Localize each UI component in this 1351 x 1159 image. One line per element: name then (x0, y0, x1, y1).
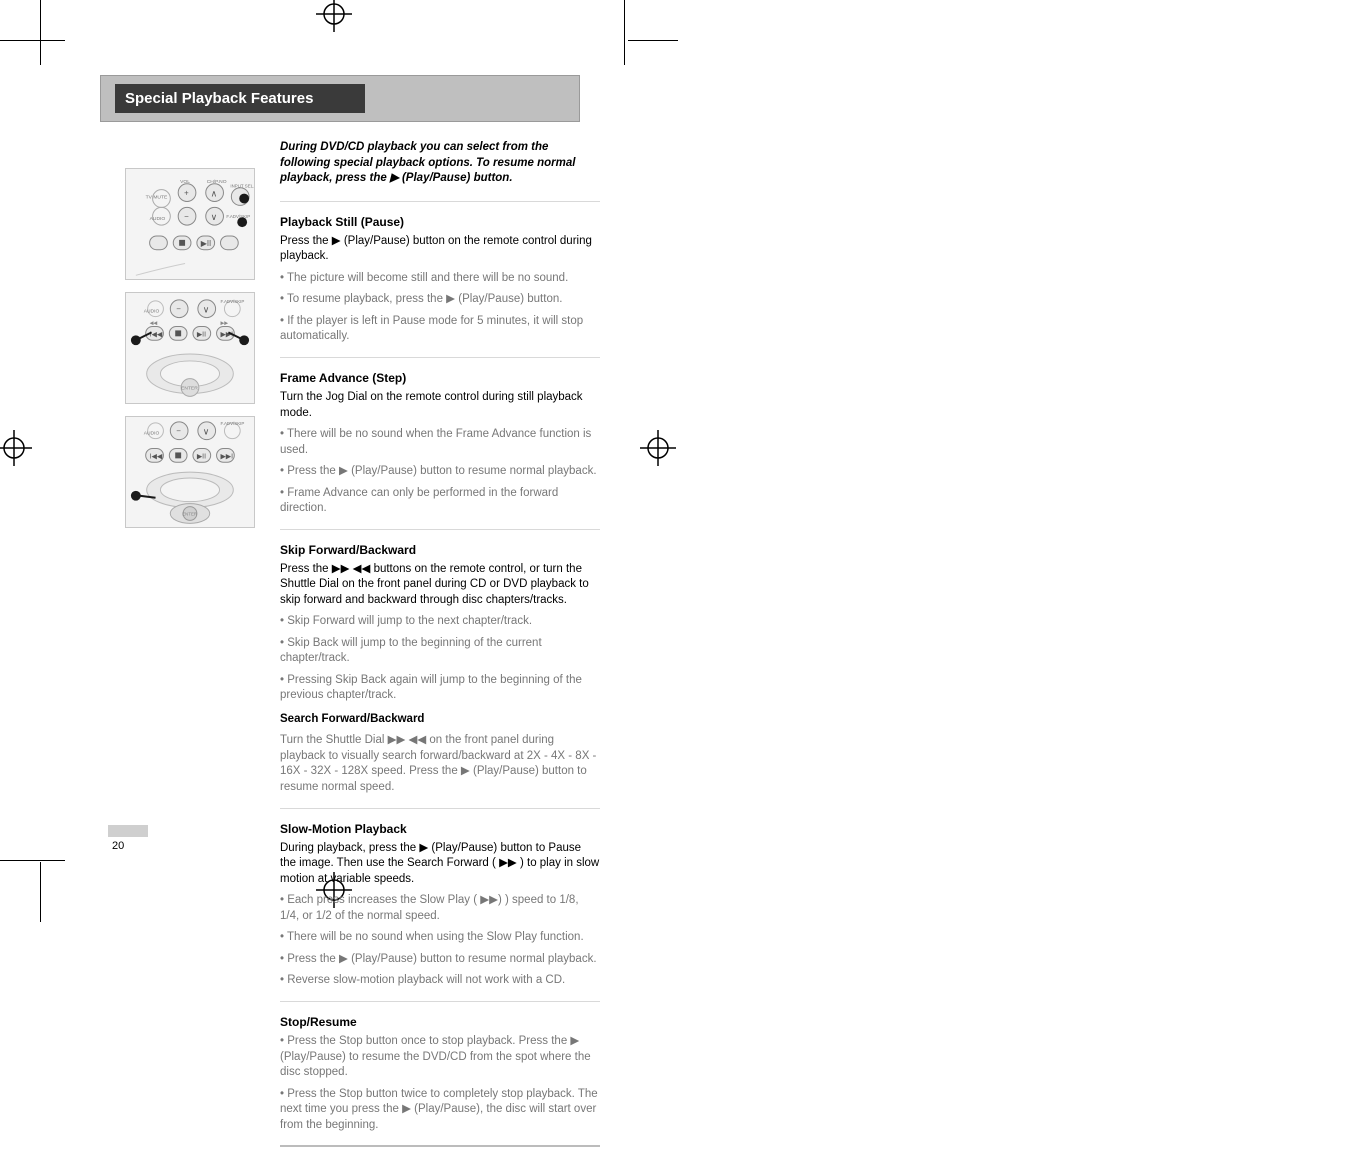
crop-mark (624, 0, 625, 65)
ff-icon: ▶▶ (499, 857, 517, 869)
svg-text:−: − (176, 427, 181, 436)
svg-text:AUDIO: AUDIO (144, 309, 160, 315)
heading-stop: Stop/Resume (280, 1014, 600, 1030)
ff-icon: ▶▶ (480, 894, 498, 906)
crop-mark (0, 40, 65, 41)
slow-p1: During playback, press the ▶ (Play/Pause… (280, 841, 600, 888)
svg-text:▶II: ▶II (197, 331, 206, 338)
slow-note3: • Press the ▶ (Play/Pause) button to res… (280, 952, 600, 968)
crop-mark (0, 860, 65, 861)
svg-text:▶▶I: ▶▶I (221, 453, 234, 460)
svg-text:∨: ∨ (211, 212, 218, 222)
section-title: Special Playback Features (115, 84, 365, 113)
skip-note3: • Pressing Skip Back again will jump to … (280, 673, 600, 704)
subheading-search: Search Forward/Backward (280, 713, 424, 725)
svg-text:ENTER: ENTER (182, 511, 197, 516)
play-icon: ▶ (339, 953, 348, 965)
ff-rw-icon: ▶▶ ◀◀ (388, 734, 427, 746)
page-number-block (108, 825, 148, 837)
section-header-bar: Special Playback Features (100, 75, 580, 122)
remote-illustration-bottom: − ∨ AUDIO F.ADV/SKIP I◀◀ ▶II ▶▶I ENTER (125, 416, 255, 528)
heading-still: Playback Still (Pause) (280, 214, 600, 230)
crop-mark (40, 862, 41, 922)
registration-mark (316, 0, 352, 32)
play-icon: ▶ (339, 465, 348, 477)
svg-text:◀◀: ◀◀ (150, 321, 158, 327)
svg-text:AUDIO: AUDIO (150, 216, 166, 222)
svg-text:▶II: ▶II (201, 239, 211, 248)
svg-text:+: + (184, 189, 189, 198)
remote-illustration-top: VOL CH/P.NO + ∧ TV MUTE INPUT SEL. − ∨ A… (125, 168, 255, 280)
advance-note1: • There will be no sound when the Frame … (280, 427, 600, 458)
slow-note1: • Each press increases the Slow Play ( ▶… (280, 893, 600, 924)
play-icon: ▶ (570, 1035, 579, 1047)
svg-text:∨: ∨ (203, 305, 210, 315)
still-note1: • The picture will become still and ther… (280, 271, 600, 287)
intro-paragraph: During DVD/CD playback you can select fr… (280, 140, 600, 187)
svg-text:F.ADV/SKIP: F.ADV/SKIP (226, 214, 250, 219)
svg-text:∨: ∨ (203, 427, 210, 437)
skip-p1: Press the ▶▶ ◀◀ buttons on the remote co… (280, 562, 600, 609)
advance-p1: Turn the Jog Dial on the remote control … (280, 390, 600, 421)
play-icon: ▶ (419, 842, 428, 854)
svg-text:−: − (176, 305, 181, 314)
svg-text:I◀◀: I◀◀ (150, 331, 163, 338)
heading-advance: Frame Advance (Step) (280, 370, 600, 386)
play-icon: ▶ (446, 293, 455, 305)
svg-text:I◀◀: I◀◀ (150, 453, 163, 460)
svg-text:ENTER: ENTER (181, 385, 198, 391)
svg-text:F.ADV/SKIP: F.ADV/SKIP (221, 421, 245, 426)
advance-note3: • Frame Advance can only be performed in… (280, 486, 600, 517)
still-note3: • If the player is left in Pause mode fo… (280, 314, 600, 345)
document-page: Special Playback Features VOL CH/P.NO + … (0, 0, 1351, 954)
body-text-column: During DVD/CD playback you can select fr… (280, 140, 600, 1159)
remote-illustration-mid: − ∨ AUDIO F.ADV/SKIP I◀◀ ▶II ▶▶I ◀◀ ▶▶ E… (125, 292, 255, 404)
content-column: Special Playback Features (100, 75, 600, 122)
heading-slow: Slow-Motion Playback (280, 821, 600, 837)
svg-text:∧: ∧ (211, 189, 218, 199)
page-number: 20 (112, 840, 124, 852)
advance-note2: • Press the ▶ (Play/Pause) button to res… (280, 464, 600, 480)
stop-note1: • Press the Stop button once to stop pla… (280, 1034, 600, 1081)
svg-text:▶II: ▶II (197, 453, 206, 460)
heading-skip: Skip Forward/Backward (280, 542, 600, 558)
still-note2: • To resume playback, press the ▶ (Play/… (280, 292, 600, 308)
play-icon: ▶ (461, 765, 470, 777)
svg-text:AUDIO: AUDIO (144, 431, 160, 437)
slow-note2: • There will be no sound when using the … (280, 930, 600, 946)
skip-note2: • Skip Back will jump to the beginning o… (280, 636, 600, 667)
svg-text:▶▶: ▶▶ (221, 321, 229, 327)
svg-text:INPUT SEL.: INPUT SEL. (230, 184, 254, 189)
svg-text:TV MUTE: TV MUTE (146, 195, 168, 201)
registration-mark (0, 430, 32, 466)
svg-text:−: − (184, 212, 189, 221)
play-icon: ▶ (402, 1103, 411, 1115)
skip-note1: • Skip Forward will jump to the next cha… (280, 614, 600, 630)
search-p1: Turn the Shuttle Dial ▶▶ ◀◀ on the front… (280, 733, 600, 795)
registration-mark (640, 430, 676, 466)
slow-note4: • Reverse slow-motion playback will not … (280, 973, 600, 989)
crop-mark (40, 0, 41, 65)
play-icon: ▶ (332, 235, 341, 247)
ff-rw-icon: ▶▶ ◀◀ (332, 563, 371, 575)
still-p1: Press the ▶ (Play/Pause) button on the r… (280, 234, 600, 265)
crop-mark (628, 40, 678, 41)
svg-text:F.ADV/SKIP: F.ADV/SKIP (221, 299, 245, 304)
stop-note2: • Press the Stop button twice to complet… (280, 1087, 600, 1134)
